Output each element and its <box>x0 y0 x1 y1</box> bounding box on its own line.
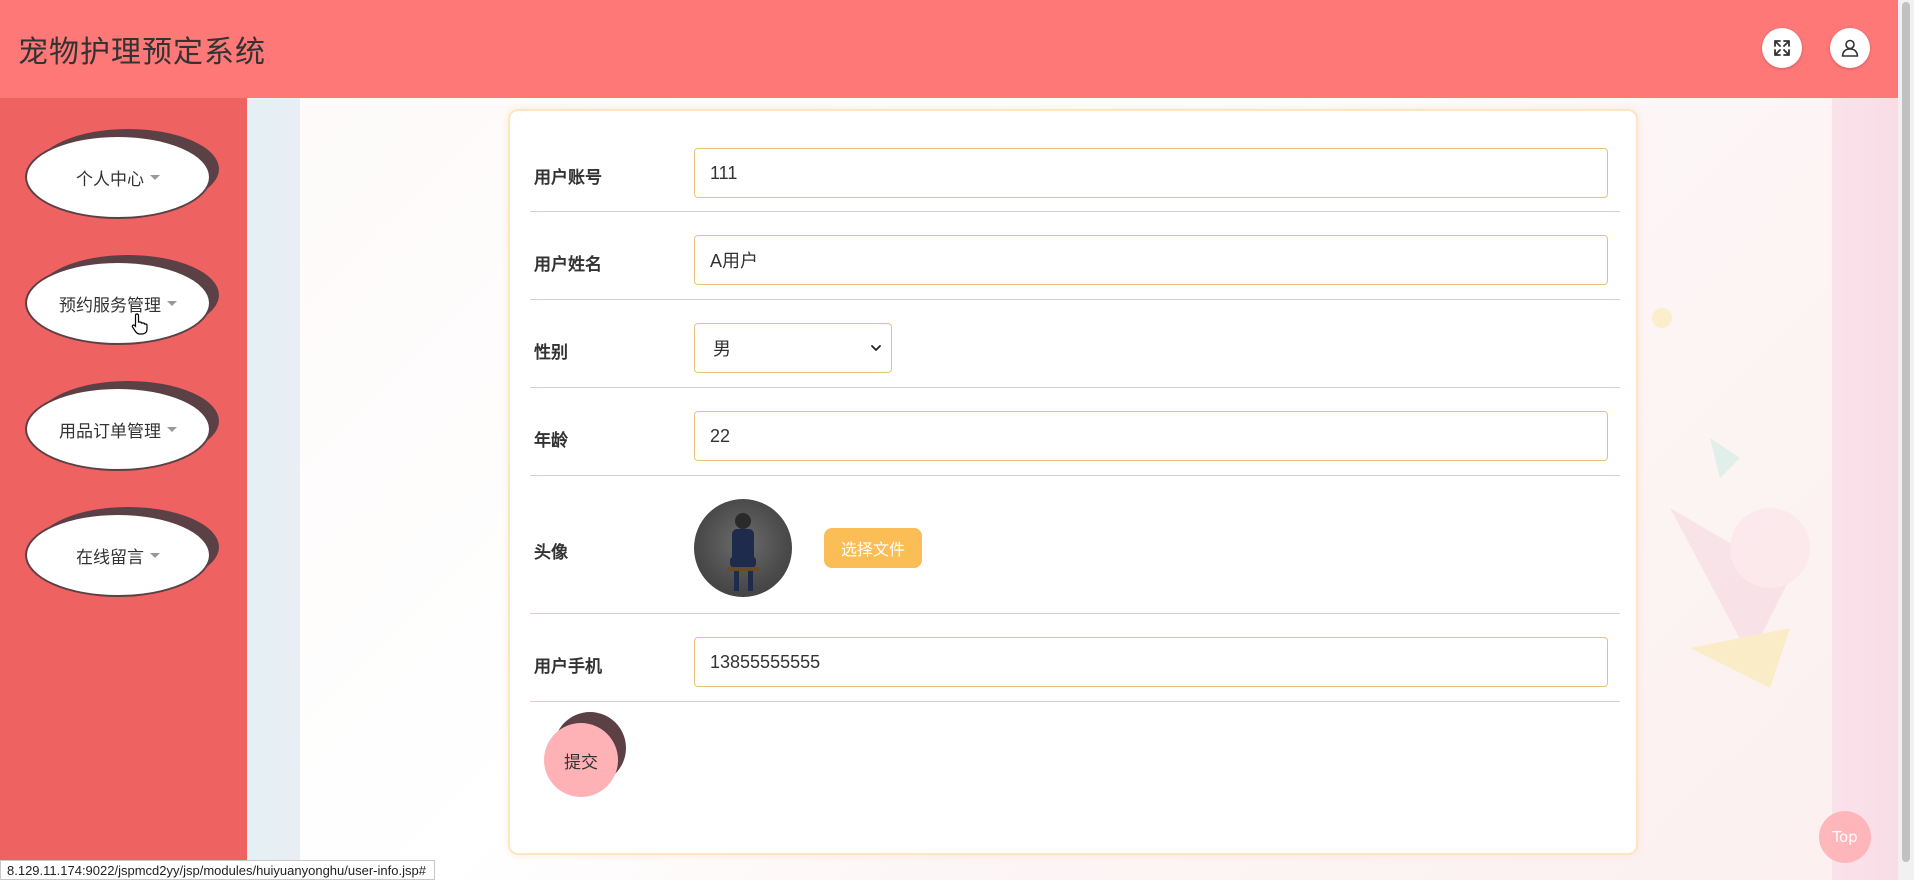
submit-button-wrap: 提交 <box>544 712 628 802</box>
form-row-phone: 用户手机 13855555555 <box>530 614 1620 702</box>
page-scrollbar[interactable] <box>1898 0 1914 880</box>
caret-down-icon <box>167 300 177 306</box>
sidebar-item-label: 用品订单管理 <box>59 421 161 442</box>
link-status-bar: 8.129.11.174:9022/jspmcd2yy/jsp/modules/… <box>0 860 435 880</box>
sidebar-item-label: 在线留言 <box>76 547 144 568</box>
form-row-age: 年龄 22 <box>530 388 1620 476</box>
caret-down-icon <box>150 552 160 558</box>
sidebar-item-supply-orders[interactable]: 用品订单管理 <box>25 381 219 471</box>
menu-item-pill[interactable]: 用品订单管理 <box>25 387 211 471</box>
scrollbar-thumb[interactable] <box>1902 2 1910 862</box>
fullscreen-button[interactable] <box>1762 28 1802 68</box>
submit-button[interactable]: 提交 <box>544 723 618 797</box>
app-title: 宠物护理预定系统 <box>18 35 266 70</box>
age-label: 年龄 <box>534 431 568 451</box>
form-row-name: 用户姓名 A用户 <box>530 212 1620 300</box>
user-menu-button[interactable] <box>1830 28 1870 68</box>
chevron-down-icon <box>871 345 881 351</box>
caret-down-icon <box>167 426 177 432</box>
gender-label: 性别 <box>534 343 568 363</box>
avatar-label: 头像 <box>534 543 568 563</box>
form-row-avatar: 头像 选择文件 <box>530 476 1620 614</box>
back-to-top-button[interactable]: Top <box>1819 811 1871 863</box>
name-input[interactable]: A用户 <box>694 235 1608 285</box>
user-info-form: 用户账号 111 用户姓名 A用户 性别 男 年龄 22 头像 选择文件 用户手… <box>508 109 1638 855</box>
avatar-photo <box>727 513 759 591</box>
caret-down-icon <box>150 174 160 180</box>
age-input[interactable]: 22 <box>694 411 1608 461</box>
account-input[interactable]: 111 <box>694 148 1608 198</box>
menu-item-pill[interactable]: 预约服务管理 <box>25 261 211 345</box>
hand-cursor-icon <box>131 313 148 335</box>
phone-label: 用户手机 <box>534 657 602 677</box>
user-icon <box>1841 39 1859 57</box>
avatar-image <box>694 499 792 597</box>
top-header: 宠物护理预定系统 <box>0 0 1898 98</box>
fullscreen-icon <box>1774 40 1790 56</box>
sidebar: 个人中心 预约服务管理 用品订单管理 在线留言 <box>0 98 247 880</box>
sidebar-item-label: 个人中心 <box>76 169 144 190</box>
form-row-account: 用户账号 111 <box>530 111 1620 212</box>
menu-item-pill[interactable]: 在线留言 <box>25 513 211 597</box>
sidebar-item-label: 预约服务管理 <box>59 295 161 316</box>
decorative-shapes <box>1670 438 1810 688</box>
menu-item-pill[interactable]: 个人中心 <box>25 135 211 219</box>
sidebar-item-online-message[interactable]: 在线留言 <box>25 507 219 597</box>
choose-file-button[interactable]: 选择文件 <box>824 528 922 568</box>
form-row-gender: 性别 男 <box>530 300 1620 388</box>
gender-select[interactable]: 男 <box>694 323 892 373</box>
sidebar-item-personal-center[interactable]: 个人中心 <box>25 129 219 219</box>
sidebar-item-appointment-service[interactable]: 预约服务管理 <box>25 255 219 345</box>
gender-value: 男 <box>713 339 731 360</box>
account-label: 用户账号 <box>534 168 602 188</box>
name-label: 用户姓名 <box>534 255 602 275</box>
phone-input[interactable]: 13855555555 <box>694 637 1608 687</box>
